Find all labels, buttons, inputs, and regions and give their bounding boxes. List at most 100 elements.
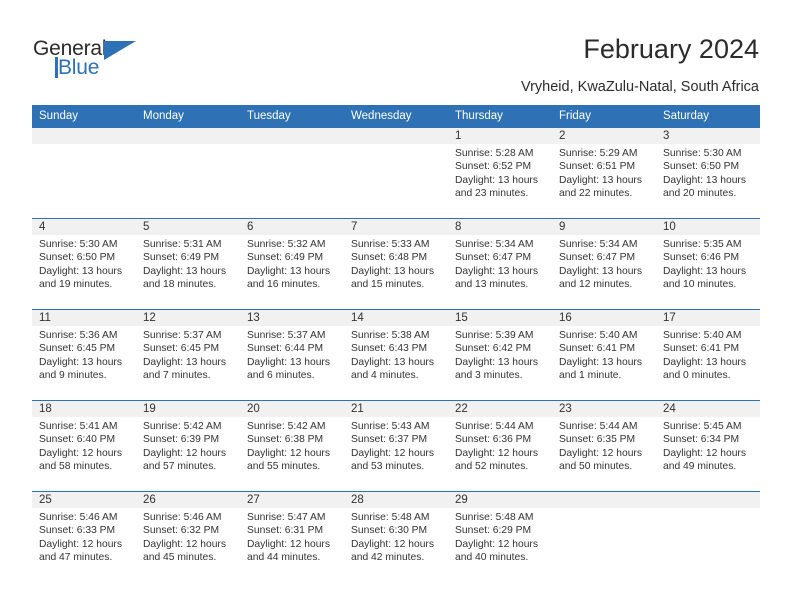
- day-number: 24: [656, 401, 760, 417]
- calendar-day-cell[interactable]: 24 Sunrise: 5:45 AM Sunset: 6:34 PM Dayligh…: [656, 400, 760, 492]
- sunset-time: Sunset: 6:52 PM: [455, 161, 532, 173]
- day-number: 16: [552, 310, 656, 326]
- sunset-time: Sunset: 6:50 PM: [39, 252, 116, 264]
- day-details: Sunrise: 5:29 AM Sunset: 6:51 PM Daylight:…: [552, 144, 656, 201]
- day-details: Sunrise: 5:41 AM Sunset: 6:40 PM Daylight:…: [32, 417, 136, 474]
- daylight-duration-line2: and 47 minutes.: [39, 552, 113, 564]
- calendar-day-cell[interactable]: 22 Sunrise: 5:44 AM Sunset: 6:36 PM Dayligh…: [448, 400, 552, 492]
- sunset-time: Sunset: 6:45 PM: [143, 343, 220, 355]
- day-number: 23: [552, 401, 656, 417]
- sunrise-time: Sunrise: 5:29 AM: [559, 148, 638, 159]
- calendar-day-cell[interactable]: 11 Sunrise: 5:36 AM Sunset: 6:45 PM Dayligh…: [32, 309, 136, 401]
- calendar-day-cell[interactable]: 9 Sunrise: 5:34 AM Sunset: 6:47 PM Daylight…: [552, 218, 656, 310]
- daylight-duration-line1: Daylight: 13 hours: [455, 174, 538, 186]
- day-details: Sunrise: 5:34 AM Sunset: 6:47 PM Daylight:…: [552, 235, 656, 292]
- calendar-day-cell[interactable]: 2 Sunrise: 5:29 AM Sunset: 6:51 PM Daylight…: [552, 127, 656, 219]
- weekday-header-friday: Friday: [552, 105, 656, 128]
- calendar-day-cell-empty: [344, 127, 448, 219]
- day-number: [32, 128, 136, 144]
- sunset-time: Sunset: 6:43 PM: [351, 343, 428, 355]
- sunset-time: Sunset: 6:44 PM: [247, 343, 324, 355]
- daylight-duration-line1: Daylight: 13 hours: [143, 265, 226, 277]
- weekday-header-wednesday: Wednesday: [344, 105, 448, 128]
- sunset-time: Sunset: 6:29 PM: [455, 525, 532, 537]
- daylight-duration-line2: and 4 minutes.: [351, 370, 419, 382]
- day-number: 1: [448, 128, 552, 144]
- daylight-duration-line2: and 22 minutes.: [559, 188, 633, 200]
- daylight-duration-line2: and 19 minutes.: [39, 279, 113, 291]
- sunset-time: Sunset: 6:38 PM: [247, 434, 324, 446]
- sunset-time: Sunset: 6:46 PM: [663, 252, 740, 264]
- sunrise-time: Sunrise: 5:41 AM: [39, 421, 118, 432]
- sunset-time: Sunset: 6:45 PM: [39, 343, 116, 355]
- weekday-header-thursday: Thursday: [448, 105, 552, 128]
- sunset-time: Sunset: 6:41 PM: [663, 343, 740, 355]
- sunset-time: Sunset: 6:47 PM: [455, 252, 532, 264]
- daylight-duration-line1: Daylight: 12 hours: [351, 538, 434, 550]
- day-number: 27: [240, 492, 344, 508]
- calendar-day-cell[interactable]: 13 Sunrise: 5:37 AM Sunset: 6:44 PM Dayligh…: [240, 309, 344, 401]
- calendar-day-cell[interactable]: 17 Sunrise: 5:40 AM Sunset: 6:41 PM Dayligh…: [656, 309, 760, 401]
- calendar-day-cell[interactable]: 25 Sunrise: 5:46 AM Sunset: 6:33 PM Dayligh…: [32, 491, 136, 582]
- day-number: 9: [552, 219, 656, 235]
- sunset-time: Sunset: 6:50 PM: [663, 161, 740, 173]
- day-number: 3: [656, 128, 760, 144]
- calendar-day-cell[interactable]: 18 Sunrise: 5:41 AM Sunset: 6:40 PM Dayligh…: [32, 400, 136, 492]
- daylight-duration-line2: and 13 minutes.: [455, 279, 529, 291]
- daylight-duration-line1: Daylight: 12 hours: [143, 538, 226, 550]
- sunset-time: Sunset: 6:34 PM: [663, 434, 740, 446]
- calendar-day-cell[interactable]: 21 Sunrise: 5:43 AM Sunset: 6:37 PM Dayligh…: [344, 400, 448, 492]
- sunset-time: Sunset: 6:40 PM: [39, 434, 116, 446]
- day-number: 6: [240, 219, 344, 235]
- daylight-duration-line1: Daylight: 12 hours: [351, 447, 434, 459]
- calendar-day-cell[interactable]: 14 Sunrise: 5:38 AM Sunset: 6:43 PM Dayligh…: [344, 309, 448, 401]
- logo-triangle-icon: [104, 41, 136, 60]
- day-details: Sunrise: 5:31 AM Sunset: 6:49 PM Daylight:…: [136, 235, 240, 292]
- daylight-duration-line2: and 3 minutes.: [455, 370, 523, 382]
- sunrise-time: Sunrise: 5:30 AM: [663, 148, 742, 159]
- daylight-duration-line1: Daylight: 12 hours: [39, 447, 122, 459]
- calendar-day-cell-empty: [136, 127, 240, 219]
- calendar-day-cell[interactable]: 29 Sunrise: 5:48 AM Sunset: 6:29 PM Dayligh…: [448, 491, 552, 582]
- calendar-day-cell[interactable]: 6 Sunrise: 5:32 AM Sunset: 6:49 PM Daylight…: [240, 218, 344, 310]
- calendar-day-cell[interactable]: 5 Sunrise: 5:31 AM Sunset: 6:49 PM Daylight…: [136, 218, 240, 310]
- calendar-day-cell[interactable]: 20 Sunrise: 5:42 AM Sunset: 6:38 PM Dayligh…: [240, 400, 344, 492]
- calendar-day-cell[interactable]: 16 Sunrise: 5:40 AM Sunset: 6:41 PM Dayligh…: [552, 309, 656, 401]
- calendar-day-cell[interactable]: 23 Sunrise: 5:44 AM Sunset: 6:35 PM Dayligh…: [552, 400, 656, 492]
- page-subtitle-location: Vryheid, KwaZulu-Natal, South Africa: [520, 79, 759, 95]
- weekday-header-sunday: Sunday: [32, 105, 136, 128]
- daylight-duration-line1: Daylight: 12 hours: [455, 447, 538, 459]
- calendar-day-cell[interactable]: 15 Sunrise: 5:39 AM Sunset: 6:42 PM Dayligh…: [448, 309, 552, 401]
- day-details: Sunrise: 5:47 AM Sunset: 6:31 PM Daylight:…: [240, 508, 344, 565]
- daylight-duration-line1: Daylight: 12 hours: [143, 447, 226, 459]
- daylight-duration-line2: and 49 minutes.: [663, 461, 737, 473]
- sunrise-time: Sunrise: 5:42 AM: [143, 421, 222, 432]
- calendar-day-cell[interactable]: 12 Sunrise: 5:37 AM Sunset: 6:45 PM Dayligh…: [136, 309, 240, 401]
- daylight-duration-line2: and 57 minutes.: [143, 461, 217, 473]
- calendar-day-cell[interactable]: 3 Sunrise: 5:30 AM Sunset: 6:50 PM Daylight…: [656, 127, 760, 219]
- sunrise-time: Sunrise: 5:46 AM: [143, 512, 222, 523]
- calendar-day-cell[interactable]: 19 Sunrise: 5:42 AM Sunset: 6:39 PM Dayligh…: [136, 400, 240, 492]
- day-details: Sunrise: 5:44 AM Sunset: 6:36 PM Daylight:…: [448, 417, 552, 474]
- calendar-day-cell[interactable]: 1 Sunrise: 5:28 AM Sunset: 6:52 PM Daylight…: [448, 127, 552, 219]
- calendar-day-cell[interactable]: 8 Sunrise: 5:34 AM Sunset: 6:47 PM Daylight…: [448, 218, 552, 310]
- sunset-time: Sunset: 6:47 PM: [559, 252, 636, 264]
- sunrise-time: Sunrise: 5:48 AM: [455, 512, 534, 523]
- daylight-duration-line2: and 50 minutes.: [559, 461, 633, 473]
- calendar-day-cell[interactable]: 10 Sunrise: 5:35 AM Sunset: 6:46 PM Dayligh…: [656, 218, 760, 310]
- calendar-day-cell[interactable]: 28 Sunrise: 5:48 AM Sunset: 6:30 PM Dayligh…: [344, 491, 448, 582]
- calendar-day-cell[interactable]: 7 Sunrise: 5:33 AM Sunset: 6:48 PM Daylight…: [344, 218, 448, 310]
- calendar-day-cell[interactable]: 4 Sunrise: 5:30 AM Sunset: 6:50 PM Daylight…: [32, 218, 136, 310]
- daylight-duration-line1: Daylight: 13 hours: [143, 356, 226, 368]
- daylight-duration-line2: and 10 minutes.: [663, 279, 737, 291]
- sunrise-time: Sunrise: 5:30 AM: [39, 239, 118, 250]
- sunrise-time: Sunrise: 5:35 AM: [663, 239, 742, 250]
- day-number: 13: [240, 310, 344, 326]
- daylight-duration-line1: Daylight: 13 hours: [455, 265, 538, 277]
- sunset-time: Sunset: 6:35 PM: [559, 434, 636, 446]
- daylight-duration-line1: Daylight: 12 hours: [559, 447, 642, 459]
- day-details: Sunrise: 5:45 AM Sunset: 6:34 PM Daylight:…: [656, 417, 760, 474]
- daylight-duration-line2: and 23 minutes.: [455, 188, 529, 200]
- calendar-day-cell[interactable]: 27 Sunrise: 5:47 AM Sunset: 6:31 PM Dayligh…: [240, 491, 344, 582]
- calendar-day-cell[interactable]: 26 Sunrise: 5:46 AM Sunset: 6:32 PM Dayligh…: [136, 491, 240, 582]
